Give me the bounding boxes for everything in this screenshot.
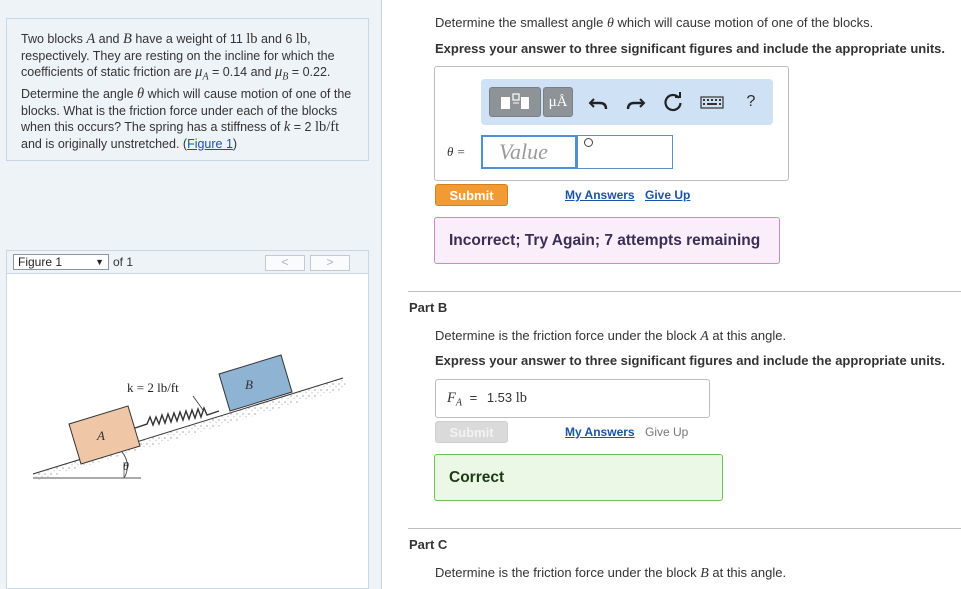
problem-text: = 0.14 and — [208, 65, 275, 79]
problem-text: Two blocks — [21, 32, 87, 46]
problem-text: and — [95, 32, 123, 46]
part-a-prompt: Determine the smallest angle θ which wil… — [435, 15, 873, 32]
undo-icon[interactable] — [587, 90, 611, 114]
cursor-ring-icon — [584, 138, 593, 147]
keyboard-icon[interactable] — [699, 90, 725, 114]
next-arrow-icon: > — [326, 255, 334, 269]
problem-text: and 6 — [257, 32, 296, 46]
prompt-text: at this angle. — [708, 328, 787, 343]
prompt-text: at this angle. — [708, 565, 787, 580]
spring-label: k = 2 lb/ft — [127, 380, 179, 395]
prompt-text: Determine the smallest angle — [435, 15, 607, 30]
problem-text: have a weight of 11 — [131, 32, 247, 46]
prev-arrow-icon: < — [281, 255, 289, 269]
part-b-label: Part B — [409, 300, 448, 315]
variable-sub: A — [455, 397, 462, 409]
part-b-instruction: Express your answer to three significant… — [435, 353, 945, 368]
problem-unit: lb/ft — [314, 119, 340, 135]
part-a-give-up-link[interactable]: Give Up — [645, 188, 690, 202]
figure-count: of 1 — [113, 255, 134, 269]
part-a-answer-box: μÅ ? θ = Value — [434, 66, 789, 181]
templates-button[interactable] — [489, 87, 541, 117]
templates-icon — [501, 93, 529, 109]
theta-variable-label: θ = — [447, 144, 465, 160]
part-b-submit-button[interactable]: Submit — [435, 421, 508, 443]
part-divider — [408, 291, 961, 292]
value-input[interactable]: Value — [481, 135, 577, 169]
prev-figure-button[interactable]: < — [265, 255, 305, 271]
part-b-feedback: Correct — [434, 454, 723, 501]
figure-panel: θ A k = 2 lb/ft B — [6, 274, 369, 589]
problem-text: = 2 — [290, 120, 315, 134]
variable-f: F — [447, 390, 456, 406]
block-b-label: B — [245, 377, 253, 392]
part-b-my-answers-link[interactable]: My Answers — [565, 425, 635, 439]
left-panel: Two blocks A and B have a weight of 11 l… — [0, 0, 382, 589]
variable-text: θ = — [447, 144, 466, 159]
prompt-block: B — [700, 566, 709, 581]
problem-unit: lb — [246, 31, 258, 47]
figure-select[interactable]: Figure 1 ▼ — [13, 254, 109, 270]
prompt-text: Determine is the friction force under th… — [435, 565, 701, 580]
prompt-theta: θ — [606, 16, 614, 31]
equals-sign: = — [469, 390, 478, 405]
part-divider — [408, 528, 961, 529]
math-toolbar: μÅ ? — [481, 79, 773, 125]
problem-unit: lb — [295, 31, 308, 47]
problem-math-b: B — [122, 31, 132, 47]
block-a-label: A — [96, 428, 105, 443]
units-button[interactable]: μÅ — [543, 87, 573, 117]
part-a-my-answers-link[interactable]: My Answers — [565, 188, 635, 202]
figure-navigation-bar: Figure 1 ▼ of 1 < > — [6, 250, 369, 274]
part-b-answer-display: FA = 1.53 lb — [447, 390, 527, 409]
answer-unit: lb — [515, 390, 528, 406]
reset-icon[interactable] — [661, 90, 685, 114]
figure-link[interactable]: Figure 1 — [187, 137, 233, 151]
prompt-text: Determine is the friction force under th… — [435, 328, 701, 343]
figure-select-value: Figure 1 — [18, 255, 63, 269]
problem-statement: Two blocks A and B have a weight of 11 l… — [6, 18, 369, 161]
angle-label: θ — [123, 459, 129, 473]
problem-math-a: A — [86, 31, 96, 47]
next-figure-button[interactable]: > — [310, 255, 350, 271]
redo-icon[interactable] — [623, 90, 647, 114]
part-c-prompt: Determine is the friction force under th… — [435, 565, 786, 582]
prompt-text: which will cause motion of one of the bl… — [613, 15, 874, 30]
incline-figure: θ A k = 2 lb/ft B — [32, 354, 347, 480]
help-label: ? — [746, 93, 756, 110]
value-placeholder: Value — [499, 139, 548, 164]
answer-value: 1.53 — [486, 390, 513, 405]
part-b-prompt: Determine is the friction force under th… — [435, 328, 786, 345]
units-icon: μÅ — [548, 94, 568, 110]
prompt-block: A — [700, 329, 709, 344]
problem-text: ) — [232, 136, 238, 151]
help-icon[interactable]: ? — [739, 90, 763, 114]
part-b-give-up-label: Give Up — [645, 425, 689, 439]
units-input[interactable] — [577, 135, 673, 169]
part-c-label: Part C — [409, 537, 448, 552]
part-b-answer-box: FA = 1.53 lb — [435, 379, 710, 418]
chevron-down-icon: ▼ — [95, 257, 104, 267]
problem-text: and is originally unstretched. ( — [21, 136, 188, 151]
part-a-instruction: Express your answer to three significant… — [435, 41, 945, 56]
part-a-submit-button[interactable]: Submit — [435, 184, 508, 206]
part-a-feedback: Incorrect; Try Again; 7 attempts remaini… — [434, 217, 780, 264]
